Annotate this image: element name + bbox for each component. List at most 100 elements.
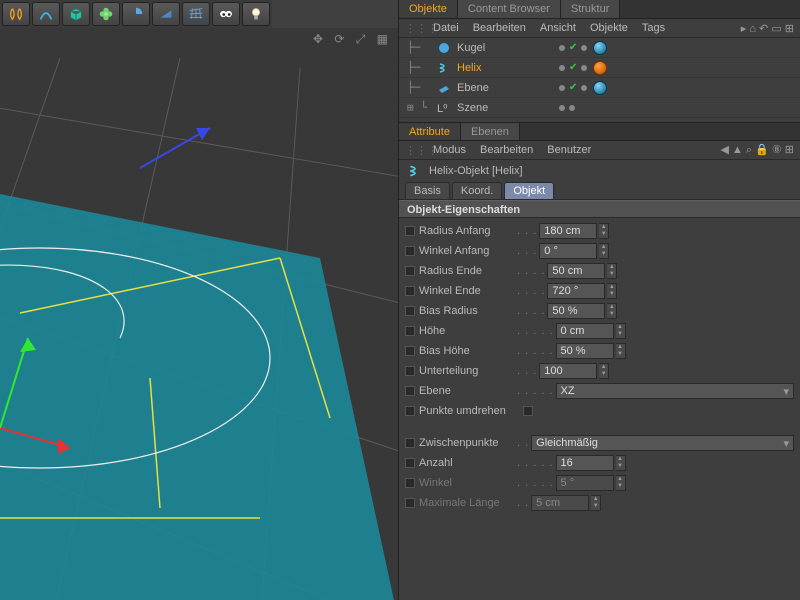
spinner: ▲▼ (591, 495, 601, 511)
menu-bearbeiten[interactable]: Bearbeiten (473, 22, 526, 34)
tab-ebenen[interactable]: Ebenen (461, 123, 520, 140)
spinner[interactable]: ▲▼ (607, 303, 617, 319)
viewport-nav-icons[interactable]: ✥ ⟳ ⤢ ▦ (313, 32, 392, 47)
anim-checkbox[interactable] (405, 226, 415, 236)
tool-loop[interactable] (2, 2, 30, 26)
spinner[interactable]: ▲▼ (607, 283, 617, 299)
spinner[interactable]: ▲▼ (607, 263, 617, 279)
object-hierarchy[interactable]: ├─ Kugel ✔ ├─ Helix ✔ ├─ Ebene ✔ ⊞ └ L⁰ … (399, 38, 800, 122)
value-input[interactable]: 720 ° (547, 283, 605, 299)
property-label: Punkte umdrehen (419, 405, 515, 417)
anim-checkbox[interactable] (405, 458, 415, 468)
value-input[interactable]: 0 cm (556, 323, 614, 339)
value-input[interactable]: 16 (556, 455, 614, 471)
property-row: Winkel . . . . .5 °▲▼ (405, 473, 794, 493)
tool-grid[interactable] (182, 2, 210, 26)
subtab-objekt[interactable]: Objekt (504, 182, 554, 199)
property-label: Unterteilung (419, 365, 515, 377)
property-label: Zwischenpunkte (419, 437, 515, 449)
viewport-3d[interactable]: ✥ ⟳ ⤢ ▦ (0, 28, 398, 600)
tab-objekte[interactable]: Objekte (399, 0, 458, 18)
spinner[interactable]: ▲▼ (616, 323, 626, 339)
property-label: Winkel (419, 477, 515, 489)
hierarchy-row-szene[interactable]: ⊞ └ L⁰ Szene (399, 98, 800, 118)
property-row: Radius Ende . . . . 50 cm▲▼ (405, 261, 794, 281)
menu-benutzer[interactable]: Benutzer (547, 144, 591, 156)
hierarchy-row-ebene[interactable]: ├─ Ebene ✔ (399, 78, 800, 98)
tag-icon[interactable] (593, 81, 607, 95)
menu-bearbeiten2[interactable]: Bearbeiten (480, 144, 533, 156)
menu-tags[interactable]: Tags (642, 22, 665, 34)
anim-checkbox[interactable] (405, 366, 415, 376)
spinner[interactable]: ▲▼ (599, 223, 609, 239)
tool-flower[interactable] (92, 2, 120, 26)
property-label: Höhe (419, 325, 515, 337)
anim-checkbox[interactable] (405, 346, 415, 356)
anim-checkbox[interactable] (405, 386, 415, 396)
anim-checkbox[interactable] (405, 246, 415, 256)
right-panel: Objekte Content Browser Struktur ⋮⋮⋮ Dat… (398, 0, 800, 600)
object-header-text: Helix-Objekt [Helix] (429, 165, 523, 177)
tag-icon[interactable] (593, 41, 607, 55)
tool-cube[interactable] (62, 2, 90, 26)
anim-checkbox[interactable] (405, 478, 415, 488)
spinner[interactable]: ▲▼ (616, 343, 626, 359)
subtab-koord[interactable]: Koord. (452, 182, 502, 199)
objects-tabstrip: Objekte Content Browser Struktur (399, 0, 800, 19)
property-row: Bias Radius . . . . 50 %▲▼ (405, 301, 794, 321)
value-input[interactable]: 100 (539, 363, 597, 379)
anim-checkbox[interactable] (405, 286, 415, 296)
property-label: Radius Ende (419, 265, 515, 277)
hierarchy-row-kugel[interactable]: ├─ Kugel ✔ (399, 38, 800, 58)
svg-text:L⁰: L⁰ (437, 103, 448, 115)
property-row: Maximale Länge . . 5 cm▲▼ (405, 493, 794, 513)
value-input[interactable]: 50 % (556, 343, 614, 359)
value-input[interactable]: 180 cm (539, 223, 597, 239)
tab-attribute[interactable]: Attribute (399, 123, 461, 140)
tool-bulb[interactable] (242, 2, 270, 26)
value-input[interactable]: 50 cm (547, 263, 605, 279)
anim-checkbox[interactable] (405, 438, 415, 448)
object-name: Ebene (457, 82, 547, 94)
tool-segment[interactable] (122, 2, 150, 26)
tool-wedge[interactable] (152, 2, 180, 26)
object-header: Helix-Objekt [Helix] (399, 160, 800, 182)
spinner[interactable]: ▲▼ (599, 243, 609, 259)
spinner[interactable]: ▲▼ (616, 455, 626, 471)
anim-checkbox[interactable] (405, 406, 415, 416)
viewport-canvas (0, 28, 398, 600)
property-row: Radius Anfang . . . 180 cm▲▼ (405, 221, 794, 241)
dropdown[interactable]: Gleichmäßig (531, 435, 794, 451)
object-name: Kugel (457, 42, 547, 54)
tag-icon[interactable] (593, 61, 607, 75)
menu-ansicht[interactable]: Ansicht (540, 22, 576, 34)
hierarchy-row-helix[interactable]: ├─ Helix ✔ (399, 58, 800, 78)
properties-group-1: Radius Anfang . . . 180 cm▲▼Winkel Anfan… (399, 218, 800, 424)
objects-ctrl-icons[interactable]: ▸ ⌂ ↶ ▭ ⊞ (741, 22, 800, 35)
value-input[interactable]: 50 % (547, 303, 605, 319)
tab-content-browser[interactable]: Content Browser (458, 0, 561, 18)
dropdown[interactable]: XZ (556, 383, 794, 399)
spinner[interactable]: ▲▼ (599, 363, 609, 379)
tool-bend[interactable] (32, 2, 60, 26)
value-input: 5 cm (531, 495, 589, 511)
property-row: Ebene . . . . .XZ (405, 381, 794, 401)
value-input[interactable]: 0 ° (539, 243, 597, 259)
tab-struktur[interactable]: Struktur (561, 0, 621, 18)
anim-checkbox[interactable] (405, 266, 415, 276)
anim-checkbox[interactable] (405, 498, 415, 508)
property-row: Höhe . . . . .0 cm▲▼ (405, 321, 794, 341)
object-name: Helix (457, 62, 547, 74)
subtab-basis[interactable]: Basis (405, 182, 450, 199)
attributes-ctrl-icons[interactable]: ◀ ▲ ⌕ 🔒 ⑧ ⊞ (720, 143, 800, 157)
property-row: Anzahl . . . . .16▲▼ (405, 453, 794, 473)
objects-menubar: ⋮⋮⋮ Datei Bearbeiten Ansicht Objekte Tag… (399, 19, 800, 38)
menu-objekte[interactable]: Objekte (590, 22, 628, 34)
checkbox[interactable] (523, 406, 533, 416)
menu-datei[interactable]: Datei (433, 22, 459, 34)
menu-modus[interactable]: Modus (433, 144, 466, 156)
anim-checkbox[interactable] (405, 306, 415, 316)
anim-checkbox[interactable] (405, 326, 415, 336)
tool-eyes[interactable] (212, 2, 240, 26)
layer-icon: L⁰ (437, 101, 451, 115)
